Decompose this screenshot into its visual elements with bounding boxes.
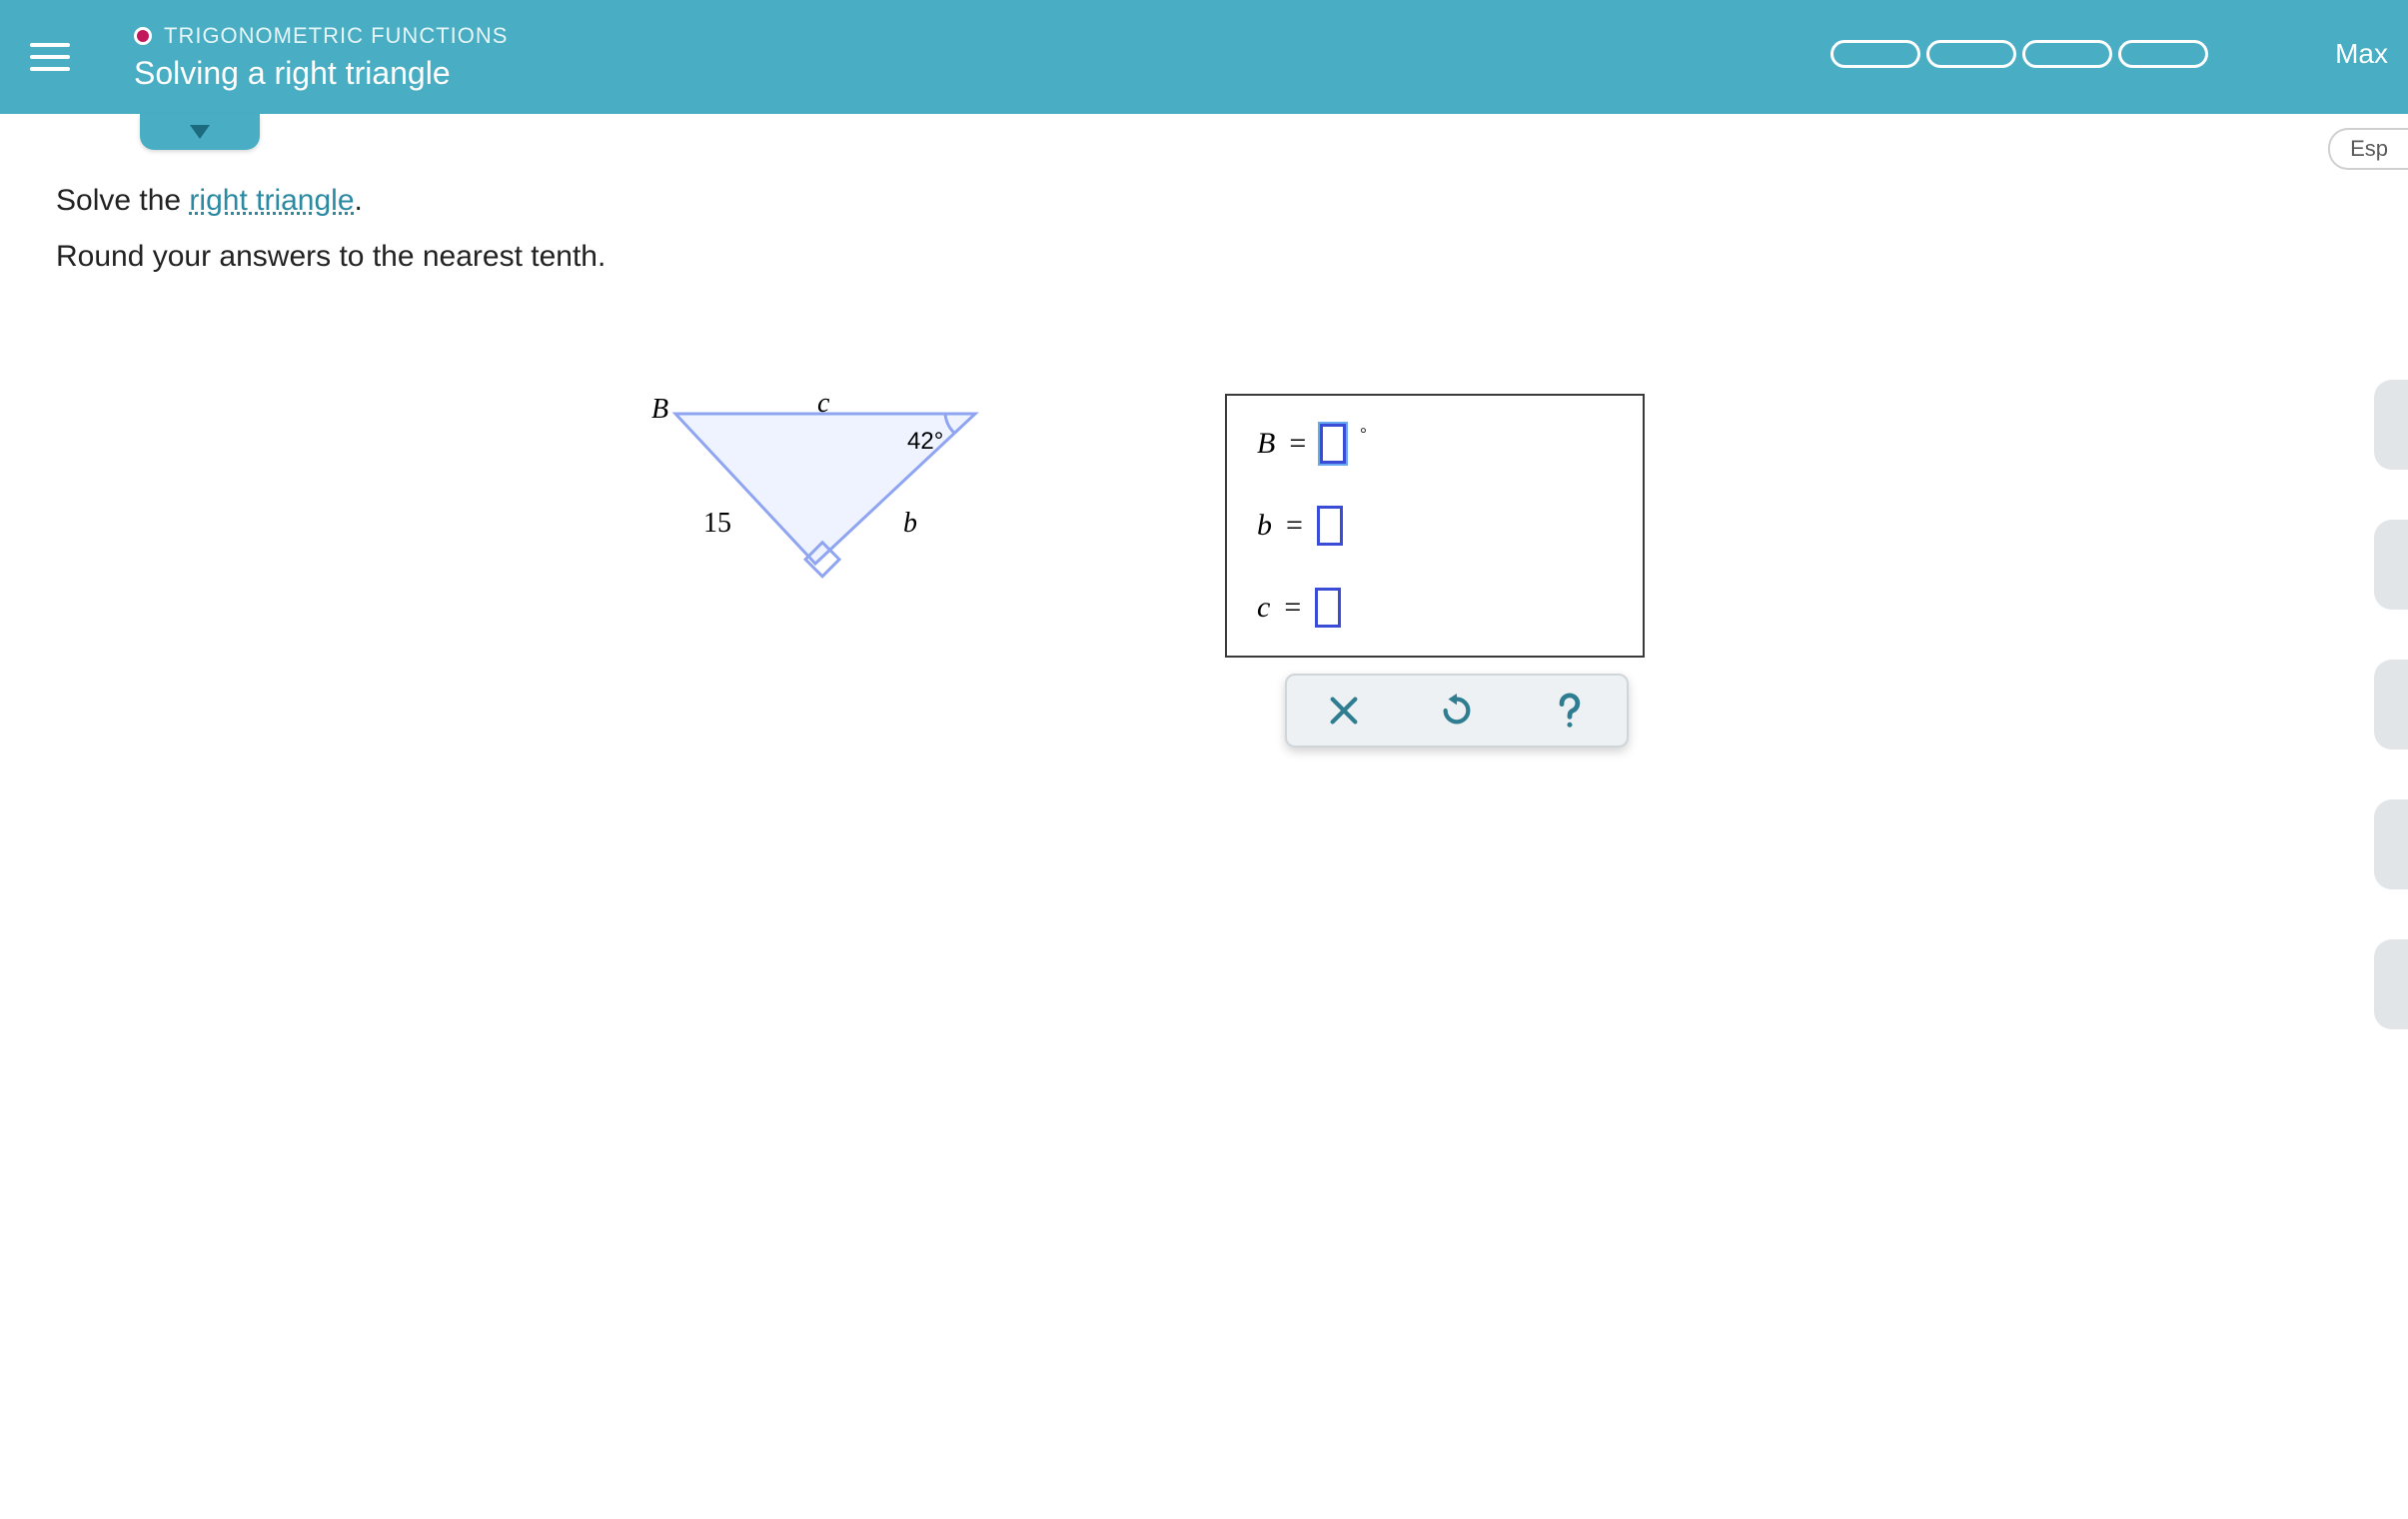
content-area: Solve the right triangle. Round your ans… xyxy=(0,114,2408,748)
progress-pill[interactable] xyxy=(2022,40,2112,68)
angle-42-label: 42° xyxy=(907,428,943,456)
input-b[interactable] xyxy=(1317,506,1343,546)
prompt-suffix: . xyxy=(355,184,363,217)
lesson-title: Solving a right triangle xyxy=(134,55,508,92)
answer-toolbar xyxy=(1285,674,1629,748)
label-b: b xyxy=(1257,509,1272,543)
equals-sign: = xyxy=(1284,591,1301,625)
category-label: TRIGONOMETRIC FUNCTIONS xyxy=(164,23,508,49)
side-tool[interactable] xyxy=(2374,380,2408,470)
vertex-B-label: B xyxy=(651,394,668,426)
answer-row-b: b = xyxy=(1257,506,1617,546)
prompt-prefix: Solve the xyxy=(56,184,189,217)
answer-column: B = ° b = c = xyxy=(1225,394,1645,748)
dropdown-tab[interactable] xyxy=(140,114,260,150)
problem-prompt: Solve the right triangle. xyxy=(56,184,2352,218)
app-header: TRIGONOMETRIC FUNCTIONS Solving a right … xyxy=(0,0,2408,114)
help-button[interactable] xyxy=(1546,687,1594,735)
category-dot-icon xyxy=(134,27,152,45)
side-tool[interactable] xyxy=(2374,660,2408,750)
user-name[interactable]: Max xyxy=(2335,38,2388,70)
question-icon xyxy=(1551,692,1589,730)
x-icon xyxy=(1327,694,1361,728)
side-tool[interactable] xyxy=(2374,520,2408,610)
answer-panel: B = ° b = c = xyxy=(1225,394,1645,658)
glossary-link-right-triangle[interactable]: right triangle xyxy=(189,184,354,217)
side-a-length: 15 xyxy=(703,508,731,540)
degree-symbol: ° xyxy=(1360,426,1366,444)
undo-button[interactable] xyxy=(1433,687,1481,735)
side-tool[interactable] xyxy=(2374,799,2408,889)
rounding-instruction: Round your answers to the nearest tenth. xyxy=(56,240,2352,274)
answer-row-B: B = ° xyxy=(1257,424,1617,464)
equals-sign: = xyxy=(1286,509,1303,543)
chevron-down-icon xyxy=(190,125,210,139)
progress-pill[interactable] xyxy=(1926,40,2016,68)
equals-sign: = xyxy=(1289,427,1306,461)
progress-pills xyxy=(1830,40,2208,68)
input-B[interactable] xyxy=(1320,424,1346,464)
progress-pill[interactable] xyxy=(2118,40,2208,68)
label-c: c xyxy=(1257,591,1270,625)
clear-button[interactable] xyxy=(1320,687,1368,735)
language-toggle[interactable]: Esp xyxy=(2328,128,2408,170)
side-tool[interactable] xyxy=(2374,939,2408,1029)
side-tools xyxy=(2374,380,2408,1029)
answer-row-c: c = xyxy=(1257,588,1617,628)
side-b-label: b xyxy=(903,508,917,540)
menu-icon[interactable] xyxy=(30,35,74,79)
side-c-label: c xyxy=(817,388,829,420)
undo-icon xyxy=(1440,694,1474,728)
title-block: TRIGONOMETRIC FUNCTIONS Solving a right … xyxy=(134,23,508,92)
input-c[interactable] xyxy=(1315,588,1341,628)
label-B: B xyxy=(1257,427,1275,461)
triangle-figure: B c 42° 15 b xyxy=(655,394,1015,614)
progress-pill[interactable] xyxy=(1830,40,1920,68)
